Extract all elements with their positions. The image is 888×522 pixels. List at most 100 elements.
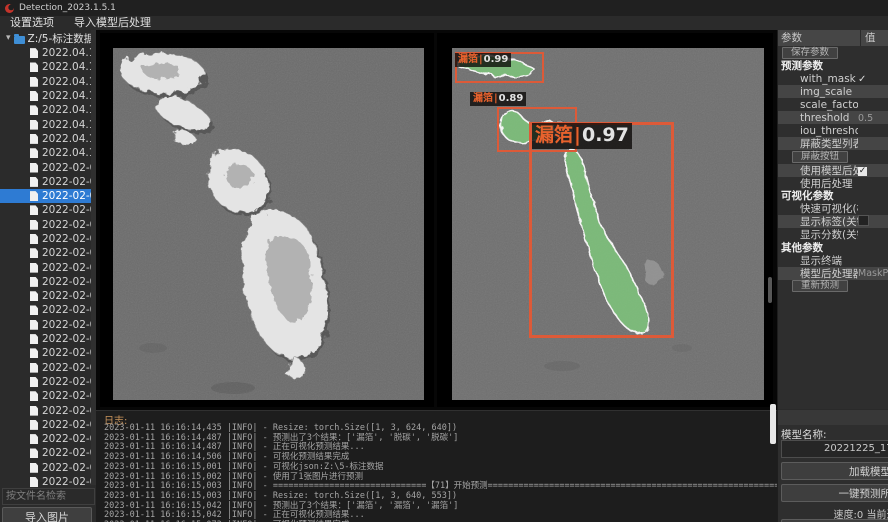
tree-file-item[interactable]: 2022-02-0... xyxy=(0,189,96,203)
param-value: ✓ xyxy=(858,164,888,176)
detection-bounding-box xyxy=(529,122,674,338)
tree-file-label: 2022-02-0... xyxy=(42,333,96,345)
file-list: 2022.04.12...2022.04.12...2022.04.12...2… xyxy=(0,46,96,488)
tree-file-item[interactable]: 2022.04.12... xyxy=(0,132,96,146)
menu-import-model-postprocess[interactable]: 导入模型后处理 xyxy=(64,16,161,30)
document-icon xyxy=(30,62,38,72)
title-bar: Detection_2023.1.5.1 xyxy=(0,0,888,16)
tree-file-item[interactable]: 2022-02-0... xyxy=(0,346,96,360)
tree-file-item[interactable]: 2022-02-0... xyxy=(0,432,96,446)
load-model-button[interactable]: 加载模型 xyxy=(781,462,888,480)
tree-file-item[interactable]: 2022-02-0... xyxy=(0,160,96,174)
tree-file-label: 2022-02-0... xyxy=(42,347,96,359)
document-icon xyxy=(30,363,38,373)
document-icon xyxy=(30,277,38,287)
re-predict-button[interactable]: 重新预测 xyxy=(792,280,848,292)
mask-toggle-button[interactable]: 屏蔽按钮 xyxy=(792,151,848,163)
tree-file-item[interactable]: 2022.04.12... xyxy=(0,117,96,131)
param-row: scale_factor xyxy=(778,98,888,111)
document-icon xyxy=(30,248,38,258)
document-icon xyxy=(30,406,38,416)
tree-file-item[interactable]: 2022-02-0... xyxy=(0,289,96,303)
tree-file-label: 2022-02-0... xyxy=(42,390,96,402)
tree-file-label: 2022-02-0... xyxy=(42,247,96,259)
tree-file-item[interactable]: 2022.04.12... xyxy=(0,89,96,103)
tree-file-item[interactable]: 2022-02-0... xyxy=(0,332,96,346)
param-name: 模型后处理器 xyxy=(778,266,858,281)
predict-all-button[interactable]: 一键预测所有 xyxy=(781,484,888,502)
document-icon xyxy=(30,205,38,215)
document-icon xyxy=(30,134,38,144)
document-icon xyxy=(30,420,38,430)
tree-file-item[interactable]: 2022-02-0... xyxy=(0,175,96,189)
detection-class-name: 漏箔 xyxy=(473,93,493,104)
tree-file-label: 2022-02-0... xyxy=(42,447,96,459)
tree-file-label: 2022-02-0... xyxy=(42,276,96,288)
tree-file-item[interactable]: 2022.04.12... xyxy=(0,146,96,160)
tree-file-item[interactable]: 2022-02-0... xyxy=(0,389,96,403)
tree-file-label: 2022.04.12... xyxy=(42,119,96,131)
tree-root-folder[interactable]: ▾ Z:/5-标注数据/... xyxy=(0,32,96,45)
tree-file-item[interactable]: 2022.04.12... xyxy=(0,60,96,74)
tree-file-label: 2022-02-0... xyxy=(42,319,96,331)
tree-file-item[interactable]: 2022-02-0... xyxy=(0,361,96,375)
document-icon xyxy=(30,163,38,173)
tree-file-label: 2022.04.12... xyxy=(42,90,96,102)
import-image-button[interactable]: 导入图片 xyxy=(2,507,92,522)
params-header-value: 值 xyxy=(861,30,888,46)
param-name: scale_factor xyxy=(778,99,858,111)
file-tree-panel: ▾ Z:/5-标注数据/... 2022.04.12...2022.04.12.… xyxy=(0,30,97,522)
params-scrollbar-thumb[interactable] xyxy=(768,277,772,303)
document-icon xyxy=(30,391,38,401)
tree-file-item[interactable]: 2022-02-0... xyxy=(0,318,96,332)
filename-search-input[interactable] xyxy=(2,488,95,505)
document-icon xyxy=(30,305,38,315)
param-value-text: 0.5 xyxy=(858,113,873,124)
app-logo-icon xyxy=(5,4,14,13)
tree-file-item[interactable]: 2022-02-0... xyxy=(0,475,96,488)
param-row: 屏蔽类型列表 xyxy=(778,137,888,150)
menu-settings-options[interactable]: 设置选项 xyxy=(0,16,64,30)
params-button-row: 屏蔽按钮 xyxy=(778,150,888,164)
tree-file-label: 2022-02-0... xyxy=(42,462,96,474)
tree-file-item[interactable]: 2022.04.12... xyxy=(0,75,96,89)
tree-file-item[interactable]: 2022-02-0... xyxy=(0,375,96,389)
document-icon xyxy=(30,263,38,273)
tree-file-item[interactable]: 2022-02-0... xyxy=(0,418,96,432)
tree-file-item[interactable]: 2022-02-0... xyxy=(0,275,96,289)
tree-file-item[interactable]: 2022-02-0... xyxy=(0,446,96,460)
tree-file-label: 2022-02-0... xyxy=(42,362,96,374)
window-title: Detection_2023.1.5.1 xyxy=(19,3,116,13)
tree-file-item[interactable]: 2022-02-0... xyxy=(0,218,96,232)
tree-file-label: 2022-02-0... xyxy=(42,433,96,445)
param-name: img_scale xyxy=(778,86,858,98)
model-name-field[interactable]: 20221225_174813 xyxy=(781,440,888,458)
tree-file-item[interactable]: 2022-02-0... xyxy=(0,260,96,274)
tree-file-label: 2022-02-0... xyxy=(42,262,96,274)
log-scrollbar-thumb[interactable] xyxy=(770,404,776,444)
tree-file-item[interactable]: 2022.04.12... xyxy=(0,103,96,117)
param-name: with_mask xyxy=(778,73,858,85)
tree-file-label: 2022-02-0... xyxy=(42,219,96,231)
detection-separator: | xyxy=(573,124,582,146)
tree-file-item[interactable]: 2022-02-0... xyxy=(0,232,96,246)
detection-label: 漏箔|0.89 xyxy=(470,92,526,106)
checkbox-unchecked[interactable] xyxy=(858,215,869,226)
document-icon xyxy=(30,463,38,473)
tree-file-label: 2022-02-0... xyxy=(42,419,96,431)
tree-file-label: 2022-02-0... xyxy=(42,233,96,245)
tree-file-item[interactable]: 2022-02-0... xyxy=(0,303,96,317)
tree-file-item[interactable]: 2022.04.12... xyxy=(0,46,96,60)
tree-file-label: 2022.04.12... xyxy=(42,76,96,88)
detection-score: 0.89 xyxy=(499,93,524,104)
param-value: 0.5 xyxy=(858,112,888,124)
chevron-down-icon[interactable]: ▾ xyxy=(6,32,11,45)
save-params-button[interactable]: 保存参数 xyxy=(782,47,838,59)
tree-file-item[interactable]: 2022-02-0... xyxy=(0,403,96,417)
document-icon xyxy=(30,291,38,301)
tree-file-label: 2022-02-0... xyxy=(42,290,96,302)
checkbox-checked[interactable]: ✓ xyxy=(858,167,867,176)
tree-file-item[interactable]: 2022-02-0... xyxy=(0,246,96,260)
tree-file-item[interactable]: 2022-02-0... xyxy=(0,203,96,217)
tree-file-item[interactable]: 2022-02-0... xyxy=(0,461,96,475)
